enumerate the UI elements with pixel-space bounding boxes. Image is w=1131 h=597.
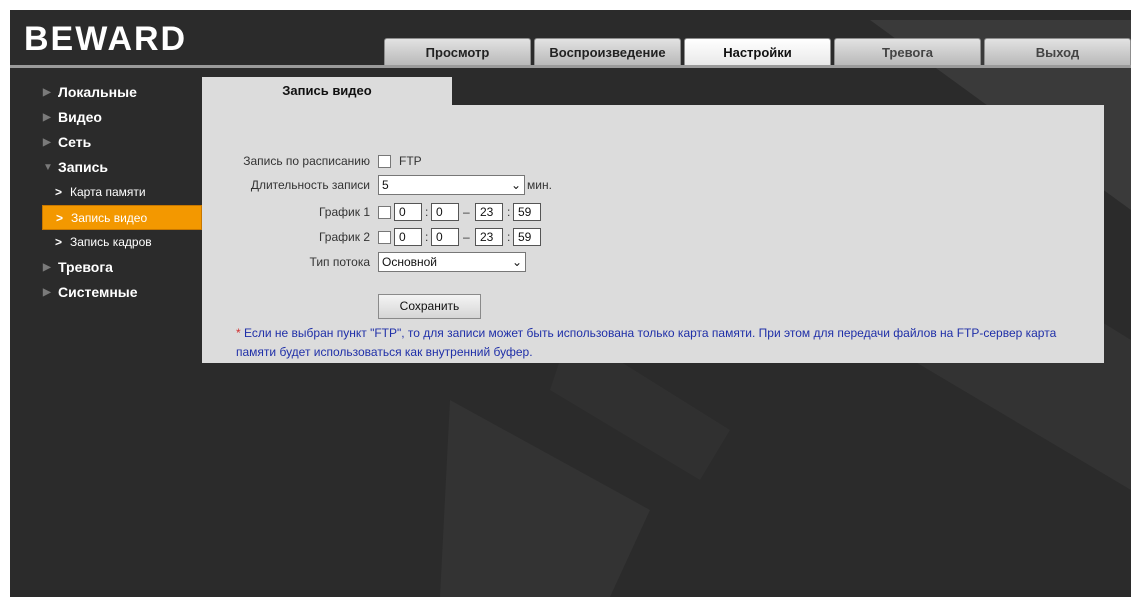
sidebar-subitem-label: Карта памяти xyxy=(70,185,146,199)
tab-playback[interactable]: Воспроизведение xyxy=(534,38,681,65)
schedule1-from-minute[interactable]: 0 xyxy=(431,203,459,221)
app-frame: BEWARD Просмотр Воспроизведение Настройк… xyxy=(10,10,1131,597)
triangle-right-icon: ▶ xyxy=(43,137,51,148)
schedule1-to-minute[interactable]: 59 xyxy=(513,203,541,221)
stream-select[interactable]: Основной ⌄ xyxy=(378,252,526,272)
schedule2-checkbox[interactable] xyxy=(378,231,391,244)
schedule2-to-minute[interactable]: 59 xyxy=(513,228,541,246)
time-separator: : xyxy=(507,230,511,244)
tab-alarm[interactable]: Тревога xyxy=(834,38,981,65)
schedule1-label: График 1 xyxy=(318,205,370,219)
schedule1-row: График 1 0 : 0 – 23 : 59 xyxy=(202,201,652,223)
schedule1-to-hour[interactable]: 23 xyxy=(475,203,503,221)
sidebar-item-label: Тревога xyxy=(58,259,113,275)
save-button[interactable]: Сохранить xyxy=(378,294,481,319)
note-line-1: Если не выбран пункт "FTP", то для запис… xyxy=(244,326,1057,340)
stream-label: Тип потока xyxy=(309,255,370,269)
sidebar-item-recording[interactable]: ▼ Запись xyxy=(10,155,202,180)
duration-label: Длительность записи xyxy=(250,178,370,192)
tab-settings[interactable]: Настройки xyxy=(684,38,831,65)
sidebar-item-label: Локальные xyxy=(58,84,137,100)
triangle-right-icon: ▶ xyxy=(43,262,51,273)
time-separator: : xyxy=(507,205,511,219)
sidebar: ▶ Локальные ▶ Видео ▶ Сеть ▼ Запись > Ка… xyxy=(10,80,202,305)
ftp-checkbox[interactable] xyxy=(378,155,391,168)
sidebar-subitem-video-recording[interactable]: > Запись видео xyxy=(42,205,202,230)
range-separator: – xyxy=(463,205,470,219)
ftp-label: FTP xyxy=(399,154,422,168)
sidebar-item-label: Запись xyxy=(58,159,109,175)
chevron-right-icon: > xyxy=(56,211,64,225)
schedule2-row: График 2 0 : 0 – 23 : 59 xyxy=(202,226,652,248)
sidebar-item-alarm[interactable]: ▶ Тревога xyxy=(10,255,202,280)
settings-panel: Запись по расписанию FTP Длительность за… xyxy=(202,105,1104,363)
nav-divider xyxy=(10,65,1131,68)
duration-row: Длительность записи 5 ⌄ мин. xyxy=(202,174,652,196)
stream-value: Основной xyxy=(382,255,438,269)
triangle-right-icon: ▶ xyxy=(43,112,51,123)
top-navigation: Просмотр Воспроизведение Настройки Трево… xyxy=(384,38,1131,65)
triangle-right-icon: ▶ xyxy=(43,87,51,98)
chevron-right-icon: > xyxy=(55,185,63,199)
note-line-2: памяти будет использоваться как внутренн… xyxy=(236,345,533,359)
sidebar-item-local[interactable]: ▶ Локальные xyxy=(10,80,202,105)
duration-unit: мин. xyxy=(527,178,552,192)
sidebar-item-video[interactable]: ▶ Видео xyxy=(10,105,202,130)
chevron-down-icon: ⌄ xyxy=(511,255,522,269)
sidebar-item-system[interactable]: ▶ Системные xyxy=(10,280,202,305)
tab-view[interactable]: Просмотр xyxy=(384,38,531,65)
schedule1-checkbox[interactable] xyxy=(378,206,391,219)
stream-row: Тип потока Основной ⌄ xyxy=(202,251,652,273)
time-separator: : xyxy=(425,230,429,244)
sidebar-subitem-frame-recording[interactable]: > Запись кадров xyxy=(42,230,170,255)
duration-value: 5 xyxy=(382,178,389,192)
sidebar-subitem-label: Запись кадров xyxy=(70,235,152,249)
note-asterisk: * xyxy=(236,326,241,340)
schedule-label: Запись по расписанию xyxy=(243,154,370,168)
beward-logo: BEWARD xyxy=(24,20,188,58)
chevron-down-icon: ⌄ xyxy=(510,178,521,192)
sidebar-subitem-memory-card[interactable]: > Карта памяти xyxy=(42,180,170,205)
sidebar-item-label: Сеть xyxy=(58,134,92,150)
schedule-row: Запись по расписанию FTP xyxy=(202,150,602,172)
content-tab-title[interactable]: Запись видео xyxy=(202,77,452,105)
triangle-down-icon: ▼ xyxy=(43,162,53,173)
tab-logout[interactable]: Выход xyxy=(984,38,1131,65)
schedule2-label: График 2 xyxy=(318,230,370,244)
triangle-right-icon: ▶ xyxy=(43,287,51,298)
recording-note: * Если не выбран пункт "FTP", то для зап… xyxy=(236,324,1086,362)
schedule2-from-hour[interactable]: 0 xyxy=(394,228,422,246)
schedule2-to-hour[interactable]: 23 xyxy=(475,228,503,246)
duration-select[interactable]: 5 ⌄ xyxy=(378,175,525,195)
time-separator: : xyxy=(425,205,429,219)
sidebar-item-label: Видео xyxy=(58,109,102,125)
sidebar-item-network[interactable]: ▶ Сеть xyxy=(10,130,202,155)
schedule2-from-minute[interactable]: 0 xyxy=(431,228,459,246)
sidebar-item-label: Системные xyxy=(58,284,138,300)
sidebar-subitem-label: Запись видео xyxy=(71,211,148,225)
chevron-right-icon: > xyxy=(55,235,63,249)
schedule1-from-hour[interactable]: 0 xyxy=(394,203,422,221)
range-separator: – xyxy=(463,230,470,244)
